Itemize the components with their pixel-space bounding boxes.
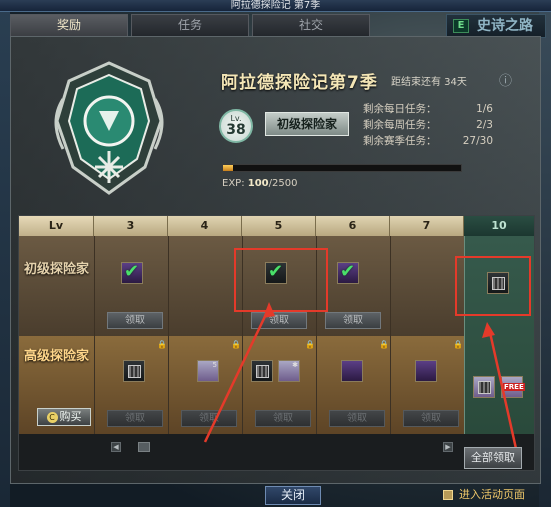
highlight-box [455,256,531,316]
scroll-left-arrow-icon[interactable]: ◀ [111,442,121,452]
check-icon: ✔ [340,261,356,282]
advanced-row-label: 高级探险家 [23,349,89,364]
claim-all-button[interactable]: 全部领取 [464,447,522,469]
box-icon [256,365,269,378]
column-header-level-final: 10 [464,216,534,236]
reward-item-box-icon[interactable] [123,360,145,382]
exp-progress-fill [223,165,233,171]
free-tag-icon: FREE [503,383,525,391]
claim-button-disabled[interactable]: 领取 [403,410,459,427]
tab-rewards[interactable]: 奖励 [10,14,128,36]
column-header-level: 6 [316,216,390,236]
column-divider [94,236,95,434]
reward-item-box-icon[interactable] [473,376,495,398]
coin-icon: C [46,412,58,423]
column-divider [168,236,169,434]
check-icon: ✔ [124,261,140,282]
column-header-level: 4 [168,216,242,236]
star-icon: 5 [212,361,217,369]
buy-label: 购买 [59,410,82,423]
horizontal-scrollbar-thumb[interactable] [138,442,150,452]
exp-progress-bar [222,164,462,172]
lock-icon: 🔒 [157,340,167,349]
star-icon: ✱ [292,361,298,369]
rank-badge: 初级探险家 [265,112,349,136]
season-banner: 阿拉德探险记第7季 距结束还有 34天 ⓘ Lv. 38 初级探险家 剩余每日任… [11,37,540,207]
claim-button[interactable]: 领取 [325,312,381,329]
column-divider [390,236,391,434]
reward-item-claimed-icon[interactable]: ✔ [121,261,143,284]
tab-bar: 奖励 任务 社交 [10,14,385,36]
level-badge: Lv. 38 [219,109,253,143]
claim-button[interactable]: 领取 [107,312,163,329]
season-emblem-icon [54,61,164,195]
lock-icon: 🔒 [305,340,315,349]
column-header-level: 3 [94,216,168,236]
basic-row-label: 初级探险家 [23,262,89,277]
highlight-box [234,248,328,312]
season-countdown: 距结束还有 34天 [391,77,467,88]
scroll-right-arrow-icon[interactable]: ▶ [443,442,453,452]
claim-button[interactable]: 领取 [251,312,307,329]
tab-quests[interactable]: 任务 [131,14,249,36]
tab-social[interactable]: 社交 [252,14,370,36]
help-icon[interactable]: ⓘ [499,70,515,89]
claim-button-disabled[interactable]: 领取 [107,410,163,427]
quest-label: 剩余每周任务： [363,119,437,131]
reward-grid: Lv 3 4 5 6 7 10 初级探险家 高级探险家 C 购买 ✔ 领取 ✔ 领… [18,215,535,471]
reward-item-icon[interactable] [341,360,363,382]
level-value: 38 [226,122,246,138]
close-button[interactable]: 关闭 [265,486,321,505]
reward-item-icon[interactable] [415,360,437,382]
reward-item-claimed-icon[interactable]: ✔ [337,261,359,284]
reward-item-icon[interactable]: 5 [197,360,219,382]
quest-label: 剩余每日任务： [363,103,437,115]
quest-row-season: 剩余赛季任务： 27/30 [363,133,493,149]
season-title: 阿拉德探险记第7季 [221,73,378,93]
lock-icon: 🔒 [231,340,241,349]
column-header-level: 7 [390,216,464,236]
quest-value: 1/6 [476,103,493,115]
quest-value: 2/3 [476,119,493,131]
quest-value: 27/30 [462,135,493,147]
column-header-lv: Lv [19,216,94,236]
reward-item-box-icon[interactable] [251,360,273,382]
exp-max: /2500 [268,178,298,189]
quest-row-weekly: 剩余每周任务： 2/3 [363,117,493,133]
quest-label: 剩余赛季任务： [363,135,437,147]
box-icon [478,381,491,394]
exp-label: EXP: [222,178,245,189]
lock-icon: 🔒 [453,340,463,349]
epic-road-button[interactable]: E 史诗之路 [446,14,546,38]
event-page-icon [443,490,453,500]
exp-text: EXP: 100/2500 [222,178,297,189]
claim-button-disabled[interactable]: 领取 [329,410,385,427]
epic-road-label: 史诗之路 [477,18,533,34]
event-page-link[interactable]: 进入活动页面 [443,487,525,503]
reward-item-icon[interactable]: ✱ [278,360,300,382]
exp-current: 100 [247,178,269,189]
event-page-label: 进入活动页面 [459,488,525,501]
season-panel: 阿拉德探险记第7季 距结束还有 34天 ⓘ Lv. 38 初级探险家 剩余每日任… [10,36,541,484]
window-title: 阿拉德探险记 第7季 [0,0,551,12]
reward-item-free-icon[interactable]: FREE [501,376,525,398]
column-header-level: 5 [242,216,316,236]
quest-summary: 剩余每日任务： 1/6 剩余每周任务： 2/3 剩余赛季任务： 27/30 [363,101,493,149]
lock-icon: 🔒 [379,340,389,349]
box-icon [128,365,141,378]
quest-row-daily: 剩余每日任务： 1/6 [363,101,493,117]
claim-button-disabled[interactable]: 领取 [181,410,237,427]
buy-advanced-button[interactable]: C 购买 [37,408,91,426]
claim-button-disabled[interactable]: 领取 [255,410,311,427]
epic-road-icon: E [453,19,469,33]
left-background-strip [0,0,10,507]
